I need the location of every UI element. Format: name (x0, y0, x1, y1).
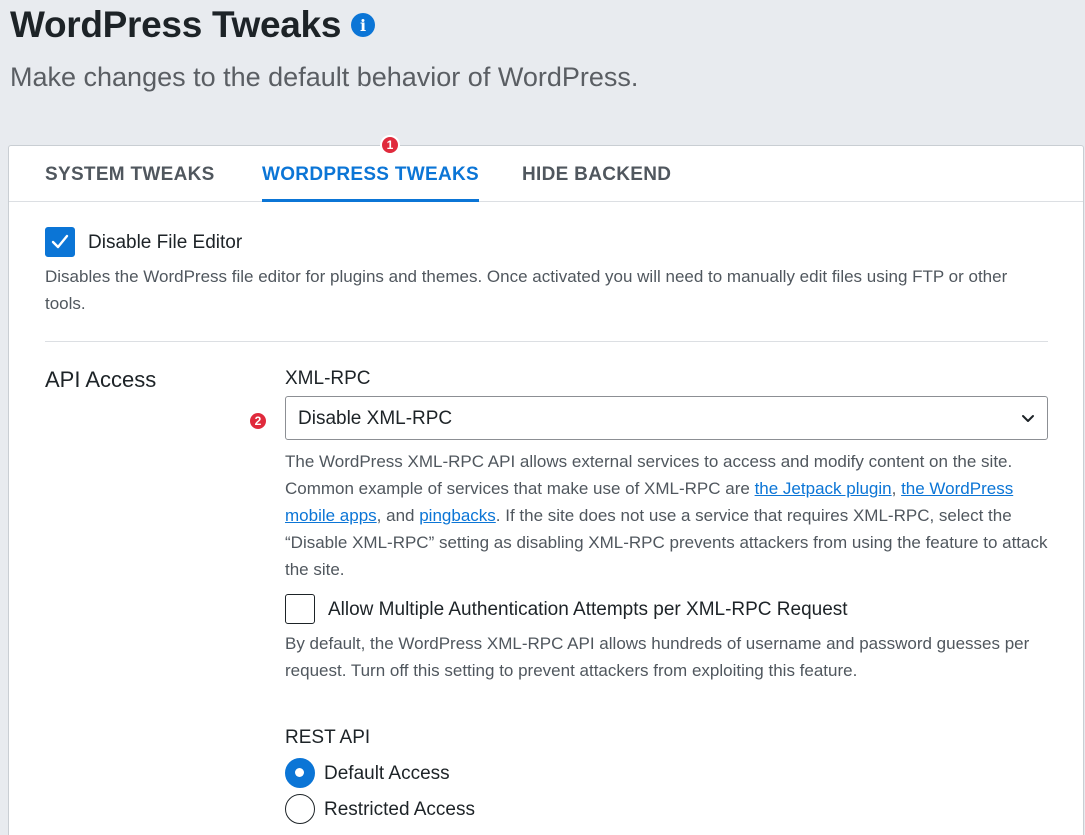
default-access-radio[interactable] (285, 758, 315, 788)
multi-auth-description: By default, the WordPress XML-RPC API al… (285, 634, 1030, 680)
step-badge-1: 1 (380, 135, 400, 155)
page-title: WordPress Tweaks (10, 4, 342, 45)
tab-wordpress-tweaks[interactable]: WORDPRESS TWEAKS (262, 164, 479, 202)
step-badge-2: 2 (248, 411, 268, 431)
multi-auth-label[interactable]: Allow Multiple Authentication Attempts p… (328, 599, 848, 621)
info-icon[interactable]: i (351, 13, 376, 37)
disable-file-editor-checkbox[interactable] (45, 227, 75, 257)
page-subtitle: Make changes to the default behavior of … (10, 62, 639, 92)
tab-system-tweaks[interactable]: SYSTEM TWEAKS (45, 164, 215, 186)
page-header: WordPress Tweaks i (10, 4, 376, 46)
disable-file-editor-label[interactable]: Disable File Editor (88, 232, 242, 254)
section-divider (45, 341, 1048, 342)
restricted-access-label[interactable]: Restricted Access (324, 799, 475, 821)
restricted-access-radio[interactable] (285, 794, 315, 824)
tab-hide-backend[interactable]: HIDE BACKEND (522, 164, 671, 186)
chevron-down-icon (1022, 415, 1034, 422)
tab-bar: SYSTEM TWEAKS WORDPRESS TWEAKS HIDE BACK… (9, 146, 1083, 202)
pingbacks-link[interactable]: pingbacks (419, 506, 496, 525)
checkmark-icon (51, 234, 69, 249)
xmlrpc-select[interactable]: Disable XML-RPC (285, 396, 1048, 440)
xmlrpc-select-value: Disable XML-RPC (298, 408, 453, 429)
rest-api-label: REST API (285, 727, 371, 748)
default-access-label[interactable]: Default Access (324, 763, 450, 785)
xmlrpc-description: The WordPress XML-RPC API allows externa… (285, 452, 1048, 579)
xmlrpc-label: XML-RPC (285, 368, 371, 389)
settings-card: SYSTEM TWEAKS WORDPRESS TWEAKS HIDE BACK… (8, 135, 1084, 835)
multi-auth-checkbox[interactable] (285, 594, 315, 624)
api-access-label: API Access (45, 367, 157, 392)
disable-file-editor-description: Disables the WordPress file editor for p… (45, 267, 1008, 313)
jetpack-plugin-link[interactable]: the Jetpack plugin (755, 479, 892, 498)
